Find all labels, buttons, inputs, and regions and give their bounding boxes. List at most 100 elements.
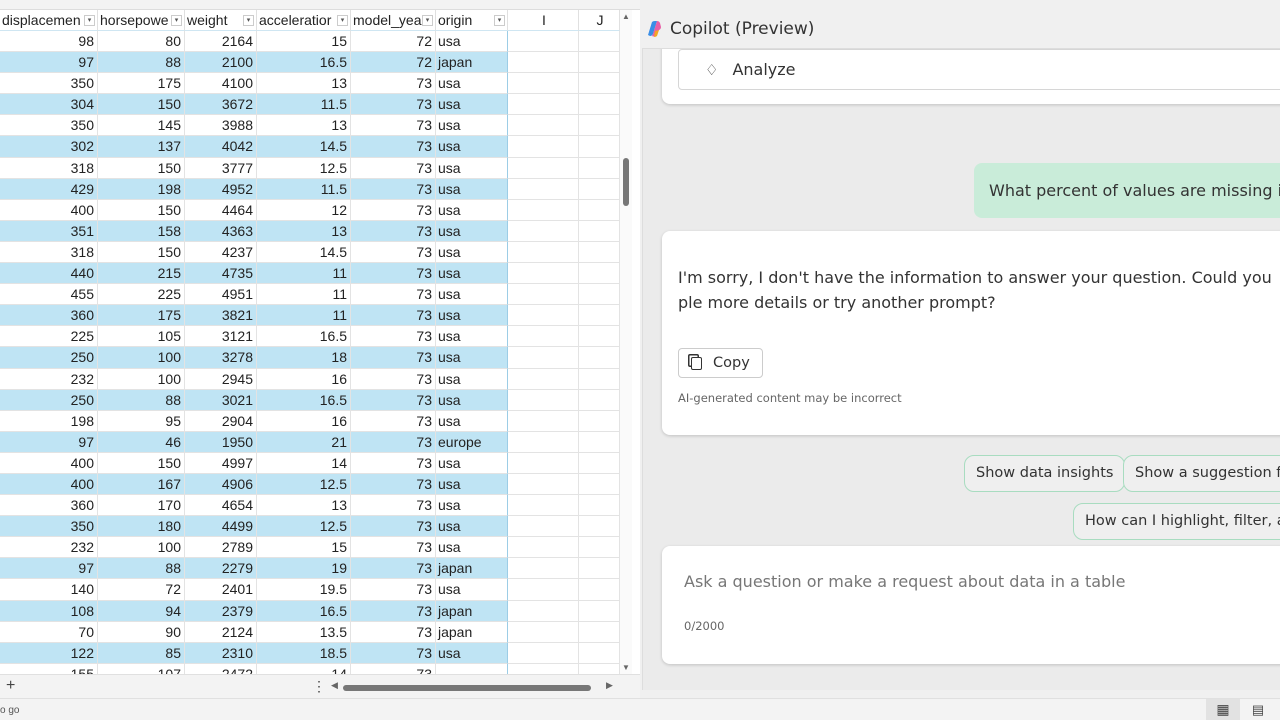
table-cell[interactable]: 3988 (185, 115, 257, 137)
table-cell[interactable] (508, 516, 579, 538)
table-cell[interactable]: usa (436, 73, 508, 95)
table-cell[interactable] (579, 284, 620, 306)
table-cell[interactable]: 232 (0, 537, 98, 559)
table-cell[interactable]: 3278 (185, 347, 257, 369)
table-cell[interactable]: 73 (351, 94, 436, 116)
table-cell[interactable] (579, 178, 620, 200)
table-cell[interactable] (508, 473, 579, 496)
table-cell[interactable]: 2279 (185, 558, 257, 580)
table-cell[interactable]: usa (436, 516, 508, 538)
table-cell[interactable]: 14.5 (257, 136, 351, 158)
table-cell[interactable]: 2789 (185, 537, 257, 559)
table-cell[interactable] (579, 326, 620, 348)
table-cell[interactable]: 158 (98, 220, 185, 242)
table-cell[interactable]: 3777 (185, 157, 257, 179)
table-cell[interactable] (579, 305, 620, 327)
table-cell[interactable]: 2379 (185, 600, 257, 622)
table-cell[interactable]: 2310 (185, 642, 257, 664)
table-cell[interactable]: 72 (98, 579, 185, 601)
table-cell[interactable]: 3021 (185, 389, 257, 411)
table-cell[interactable]: 73 (351, 178, 436, 200)
table-cell[interactable]: 73 (351, 115, 436, 137)
table-cell[interactable]: 94 (98, 600, 185, 622)
table-cell[interactable]: 4997 (185, 452, 257, 474)
table-cell[interactable] (508, 136, 579, 158)
table-cell[interactable] (508, 495, 579, 517)
table-cell[interactable]: usa (436, 31, 508, 53)
table-cell[interactable]: 15 (257, 537, 351, 559)
table-cell[interactable] (508, 241, 579, 264)
table-cell[interactable]: 73 (351, 495, 436, 517)
scroll-right-icon[interactable]: ▶ (606, 680, 613, 691)
table-cell[interactable] (508, 115, 579, 137)
table-cell[interactable]: 73 (351, 516, 436, 538)
table-cell[interactable]: 145 (98, 115, 185, 137)
table-cell[interactable]: 73 (351, 537, 436, 559)
table-cell[interactable]: 100 (98, 347, 185, 369)
table-cell[interactable] (579, 199, 620, 221)
table-cell[interactable]: 3821 (185, 305, 257, 327)
copy-button[interactable]: Copy (678, 348, 763, 378)
table-cell[interactable]: usa (436, 642, 508, 664)
table-cell[interactable]: usa (436, 284, 508, 306)
table-cell[interactable]: 11 (257, 263, 351, 285)
table-cell[interactable] (508, 220, 579, 242)
column-header[interactable]: J (579, 10, 620, 31)
table-cell[interactable] (579, 220, 620, 242)
table-cell[interactable]: 4042 (185, 136, 257, 158)
table-cell[interactable] (579, 115, 620, 137)
table-cell[interactable] (508, 31, 579, 53)
add-sheet-button[interactable]: + (6, 677, 15, 695)
table-cell[interactable]: 400 (0, 199, 98, 221)
table-cell[interactable]: 88 (98, 558, 185, 580)
table-cell[interactable] (579, 263, 620, 285)
table-cell[interactable]: 14 (257, 452, 351, 474)
table-cell[interactable] (508, 600, 579, 622)
table-cell[interactable] (579, 347, 620, 369)
table-cell[interactable]: 2164 (185, 31, 257, 53)
table-cell[interactable]: japan (436, 52, 508, 74)
table-cell[interactable] (508, 157, 579, 179)
table-cell[interactable]: 73 (351, 136, 436, 158)
table-cell[interactable]: usa (436, 473, 508, 496)
table-cell[interactable]: 2401 (185, 579, 257, 601)
table-cell[interactable] (579, 431, 620, 453)
filter-dropdown-icon[interactable]: ▾ (171, 15, 182, 26)
table-cell[interactable]: 46 (98, 431, 185, 453)
table-cell[interactable] (579, 241, 620, 264)
table-cell[interactable] (508, 284, 579, 306)
vertical-scroll-thumb[interactable] (623, 158, 629, 206)
table-cell[interactable]: 351 (0, 220, 98, 242)
table-cell[interactable]: 80 (98, 31, 185, 53)
table-cell[interactable] (508, 52, 579, 74)
table-cell[interactable] (579, 452, 620, 474)
table-cell[interactable]: 350 (0, 115, 98, 137)
column-header[interactable]: weight ▾ (185, 10, 257, 31)
table-cell[interactable]: 73 (351, 452, 436, 474)
table-cell[interactable]: 97 (0, 52, 98, 74)
table-cell[interactable]: 12.5 (257, 157, 351, 179)
table-cell[interactable]: 90 (98, 621, 185, 643)
table-cell[interactable]: usa (436, 326, 508, 348)
table-cell[interactable] (579, 537, 620, 559)
table-cell[interactable]: 72 (351, 52, 436, 74)
table-cell[interactable]: usa (436, 136, 508, 158)
table-cell[interactable] (579, 642, 620, 664)
column-header[interactable]: horsepowe ▾ (98, 10, 185, 31)
table-cell[interactable]: 360 (0, 305, 98, 327)
table-cell[interactable]: 18.5 (257, 642, 351, 664)
table-cell[interactable]: 73 (351, 368, 436, 390)
table-cell[interactable]: 4464 (185, 199, 257, 221)
table-cell[interactable]: 13 (257, 73, 351, 95)
table-cell[interactable]: 440 (0, 263, 98, 285)
table-cell[interactable]: usa (436, 94, 508, 116)
table-cell[interactable]: japan (436, 621, 508, 643)
table-cell[interactable]: 73 (351, 621, 436, 643)
table-cell[interactable]: 70 (0, 621, 98, 643)
table-cell[interactable]: europe (436, 431, 508, 453)
table-cell[interactable]: 73 (351, 642, 436, 664)
page-layout-view-icon[interactable]: ▤ (1248, 699, 1268, 720)
table-cell[interactable]: usa (436, 199, 508, 221)
table-cell[interactable] (579, 31, 620, 53)
table-cell[interactable]: usa (436, 389, 508, 411)
